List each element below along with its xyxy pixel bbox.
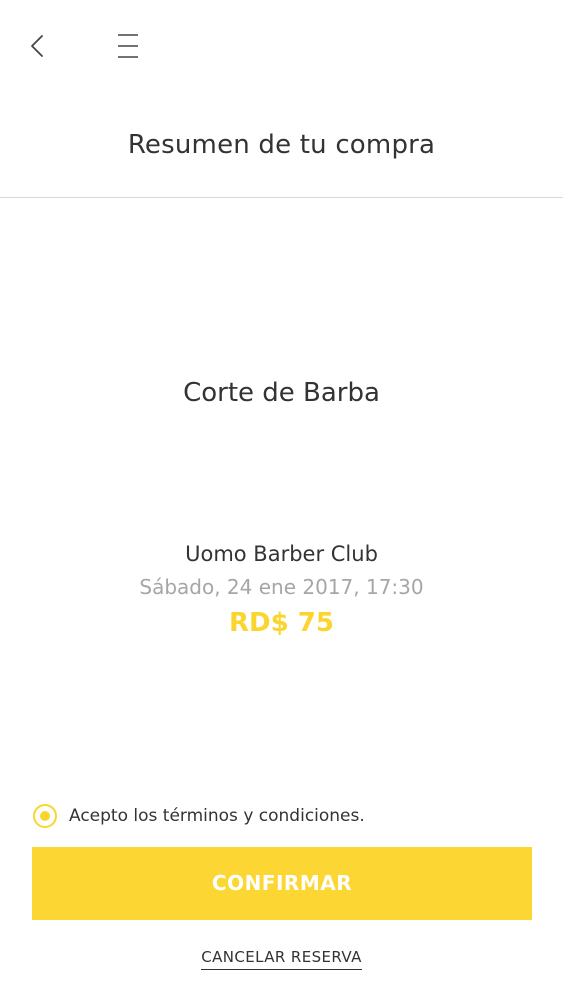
terms-label: Acepto los términos y condiciones. [69, 806, 365, 826]
terms-radio[interactable] [33, 804, 57, 828]
cancel-reservation-container: CANCELAR RESERVA [0, 947, 563, 970]
terms-checkbox-row[interactable]: Acepto los términos y condiciones. [33, 800, 365, 832]
top-bar [0, 0, 563, 90]
back-button[interactable] [20, 26, 56, 66]
price-label: RD$ 75 [229, 608, 334, 638]
menu-button[interactable] [108, 26, 148, 66]
radio-selected-dot-icon [40, 811, 50, 821]
chevron-left-icon [31, 35, 43, 57]
venue-name: Uomo Barber Club [185, 542, 378, 566]
service-name: Corte de Barba [183, 378, 380, 408]
cancel-reservation-link[interactable]: CANCELAR RESERVA [201, 948, 362, 970]
booking-datetime: Sábado, 24 ene 2017, 17:30 [139, 575, 424, 599]
page-title: Resumen de tu compra [127, 130, 436, 160]
confirm-button[interactable]: CONFIRMAR [32, 847, 532, 920]
hamburger-menu-icon [118, 34, 138, 58]
header-divider [0, 197, 563, 198]
